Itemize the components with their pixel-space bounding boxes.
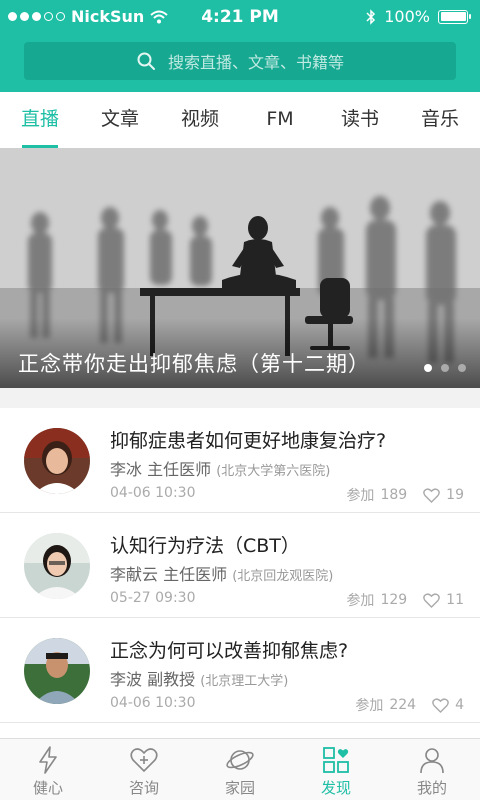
tab-fm[interactable]: FM xyxy=(240,92,320,148)
banner-pager xyxy=(424,364,466,372)
heart-icon xyxy=(432,697,449,713)
nav-label: 发现 xyxy=(320,779,351,797)
nav-home[interactable]: 家园 xyxy=(192,739,288,800)
item-title: 正念为何可以改善抑郁焦虑? xyxy=(110,640,349,662)
item-hospital: (北京大学第六医院) xyxy=(216,464,331,479)
avatar xyxy=(24,533,90,599)
status-bar: NickSun 4:21 PM 100% xyxy=(0,0,480,34)
category-tabs: 直播 文章 视频 FM 读书 音乐 xyxy=(0,92,480,148)
heart-icon xyxy=(423,592,440,608)
join-count: 189 xyxy=(380,487,408,503)
tab-books[interactable]: 读书 xyxy=(320,92,400,148)
pager-dot xyxy=(458,364,466,372)
join-label: 参加 xyxy=(346,488,375,504)
lightning-icon xyxy=(39,746,57,774)
item-speaker: 李冰 主任医师 (北京大学第六医院) xyxy=(110,460,331,479)
banner-caption: 正念带你走出抑郁焦虑（第十二期） xyxy=(18,352,370,376)
like-count: 4 xyxy=(455,697,464,713)
join-count: 129 xyxy=(380,592,408,608)
bottom-nav: 健心 咨询 家园 发现 我的 xyxy=(0,738,480,800)
live-list: 抑郁症患者如何更好地康复治疗? 李冰 主任医师 (北京大学第六医院) 04-06… xyxy=(0,408,480,738)
nav-consult[interactable]: 咨询 xyxy=(96,739,192,800)
nav-label: 我的 xyxy=(416,779,447,797)
featured-banner[interactable]: 正念带你走出抑郁焦虑（第十二期） xyxy=(0,148,480,388)
like-count: 19 xyxy=(446,487,464,503)
search-bar[interactable]: 搜索直播、文章、书籍等 xyxy=(24,42,456,80)
item-title: 抑郁症患者如何更好地康复治疗? xyxy=(110,430,387,452)
item-title: 认知行为疗法（CBT） xyxy=(110,535,300,557)
item-stats: 参加 129 11 xyxy=(346,590,464,610)
grid-heart-icon xyxy=(323,747,349,773)
tab-live[interactable]: 直播 xyxy=(0,92,80,148)
tab-videos[interactable]: 视频 xyxy=(160,92,240,148)
pager-dot xyxy=(424,364,432,372)
tab-music[interactable]: 音乐 xyxy=(400,92,480,148)
search-placeholder: 搜索直播、文章、书籍等 xyxy=(167,53,344,72)
item-stats: 参加 189 19 xyxy=(346,485,464,505)
item-speaker: 李波 副教授 (北京理工大学) xyxy=(110,670,289,689)
nav-mine[interactable]: 我的 xyxy=(384,739,480,800)
battery-icon xyxy=(438,9,471,24)
item-hospital: (北京回龙观医院) xyxy=(232,569,334,584)
nav-label: 家园 xyxy=(224,779,255,797)
item-stats: 参加 224 4 xyxy=(355,695,464,715)
avatar xyxy=(24,638,90,704)
pager-dot xyxy=(441,364,449,372)
heart-icon xyxy=(423,487,440,503)
list-item[interactable]: 抑郁症患者如何更好地康复治疗? 李冰 主任医师 (北京大学第六医院) 04-06… xyxy=(0,408,480,513)
item-date: 05-27 09:30 xyxy=(110,590,196,606)
nav-jianxin[interactable]: 健心 xyxy=(0,739,96,800)
tab-articles[interactable]: 文章 xyxy=(80,92,160,148)
person-icon xyxy=(420,748,444,774)
header: NickSun 4:21 PM 100% 搜索直播、文章、书籍等 xyxy=(0,0,480,92)
like-count: 11 xyxy=(446,592,464,608)
avatar xyxy=(24,428,90,494)
list-item[interactable]: 正念为何可以改善抑郁焦虑? 李波 副教授 (北京理工大学) 04-06 10:3… xyxy=(0,618,480,723)
item-hospital: (北京理工大学) xyxy=(200,674,289,689)
item-date: 04-06 10:30 xyxy=(110,485,196,501)
item-date: 04-06 10:30 xyxy=(110,695,196,711)
battery-percent: 100% xyxy=(384,7,430,26)
bluetooth-icon xyxy=(366,8,376,25)
nav-discover[interactable]: 发现 xyxy=(288,739,384,800)
nav-label: 健心 xyxy=(32,779,63,797)
item-speaker: 李献云 主任医师 (北京回龙观医院) xyxy=(110,565,334,584)
join-label: 参加 xyxy=(355,698,384,714)
join-label: 参加 xyxy=(346,593,375,609)
nav-label: 咨询 xyxy=(128,779,159,797)
heart-plus-icon xyxy=(130,748,158,773)
search-icon xyxy=(137,52,155,70)
join-count: 224 xyxy=(389,697,417,713)
planet-icon xyxy=(226,750,254,770)
list-item[interactable]: 认知行为疗法（CBT） 李献云 主任医师 (北京回龙观医院) 05-27 09:… xyxy=(0,513,480,618)
